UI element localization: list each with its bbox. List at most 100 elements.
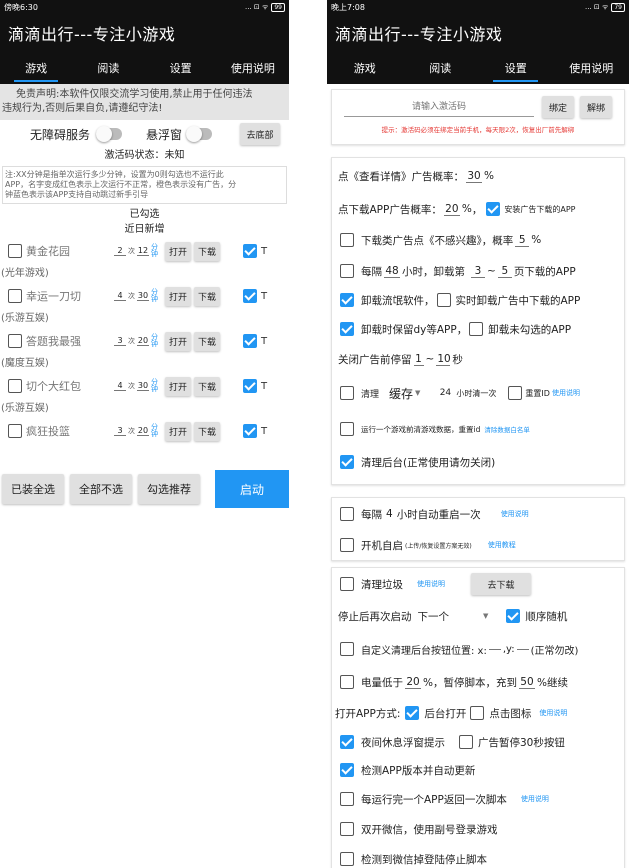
- t-checkbox[interactable]: [243, 244, 257, 258]
- usage-tutorial-link[interactable]: 使用教程: [488, 540, 516, 550]
- tab-reading[interactable]: 阅读: [403, 52, 479, 84]
- download-ad-dislike-input[interactable]: 5: [515, 234, 530, 247]
- open-app-button[interactable]: 打开: [165, 241, 191, 261]
- times-unit: 次: [128, 247, 135, 255]
- run-minutes-input[interactable]: 20: [137, 426, 149, 436]
- autostart-checkbox[interactable]: [340, 538, 354, 552]
- every-hours-input[interactable]: 48: [384, 265, 400, 278]
- app-checkbox[interactable]: [8, 334, 22, 348]
- next-select[interactable]: 下一个: [418, 609, 450, 624]
- keep-dy-checkbox[interactable]: [340, 322, 354, 336]
- ad-pause-checkbox[interactable]: [459, 735, 473, 749]
- uninstall-rogue-checkbox[interactable]: [340, 293, 354, 307]
- run-times-input[interactable]: 4: [114, 381, 126, 391]
- install-ad-app-checkbox[interactable]: [486, 202, 501, 216]
- check-version-checkbox[interactable]: [340, 763, 354, 777]
- download-ad-dislike-checkbox[interactable]: [340, 233, 354, 247]
- clean-background-checkbox[interactable]: [340, 455, 354, 469]
- close-ad-from-input[interactable]: 1: [413, 353, 424, 366]
- clean-interval-input[interactable]: 24: [436, 388, 454, 398]
- app-checkbox[interactable]: [8, 379, 22, 393]
- clear-whitelist-link[interactable]: 清除数据白名单: [484, 424, 530, 434]
- every-label: 每隔: [361, 265, 382, 278]
- t-checkbox[interactable]: [243, 379, 257, 393]
- start-button[interactable]: 启动: [215, 470, 289, 508]
- app-checkbox[interactable]: [8, 424, 22, 438]
- run-times-input[interactable]: 3: [114, 336, 126, 346]
- custom-clean-y-input[interactable]: [516, 648, 529, 650]
- run-times-input[interactable]: 2: [114, 246, 126, 256]
- wechat-logout-checkbox[interactable]: [340, 852, 354, 866]
- accessibility-toggle[interactable]: [96, 126, 123, 142]
- run-minutes-input[interactable]: 12: [137, 246, 149, 256]
- uninstall-unchecked-checkbox[interactable]: [469, 322, 484, 336]
- unbind-button[interactable]: 解绑: [580, 96, 612, 118]
- open-app-button[interactable]: 打开: [165, 331, 191, 351]
- tab-instructions[interactable]: 使用说明: [217, 52, 289, 84]
- t-checkbox[interactable]: [243, 334, 257, 348]
- custom-clean-position-checkbox[interactable]: [340, 642, 354, 656]
- tab-games[interactable]: 游戏: [327, 52, 403, 84]
- cache-select[interactable]: 缓存: [389, 385, 413, 402]
- select-installed-button[interactable]: 已装全选: [2, 474, 64, 504]
- run-one-usage-link[interactable]: 使用说明: [521, 794, 549, 804]
- background-open-checkbox[interactable]: [405, 706, 420, 720]
- run-minutes-input[interactable]: 30: [137, 381, 149, 391]
- clean-checkbox[interactable]: [340, 386, 354, 400]
- usage-link[interactable]: 使用说明: [552, 388, 580, 398]
- activation-code-input[interactable]: [344, 97, 534, 117]
- tab-reading[interactable]: 阅读: [72, 52, 144, 84]
- battery-low-checkbox[interactable]: [340, 675, 354, 689]
- battery-low-input[interactable]: 20: [405, 676, 421, 689]
- night-rest-checkbox[interactable]: [340, 735, 354, 749]
- t-checkbox[interactable]: [243, 424, 257, 438]
- bind-button[interactable]: 绑定: [542, 96, 574, 118]
- download-app-button[interactable]: 下载: [194, 421, 220, 441]
- open-app-button[interactable]: 打开: [165, 376, 191, 396]
- dual-wechat-checkbox[interactable]: [340, 822, 354, 836]
- download-app-button[interactable]: 下载: [194, 241, 220, 261]
- page-from-input[interactable]: 3: [471, 265, 485, 278]
- restart-usage-link[interactable]: 使用说明: [501, 509, 529, 519]
- download-app-button[interactable]: 下载: [194, 286, 220, 306]
- tab-settings[interactable]: 设置: [478, 52, 554, 84]
- select-recommended-button[interactable]: 勾选推荐: [138, 474, 200, 504]
- run-minutes-input[interactable]: 20: [137, 336, 149, 346]
- t-checkbox[interactable]: [243, 289, 257, 303]
- float-window-toggle[interactable]: [186, 126, 213, 142]
- open-app-button[interactable]: 打开: [165, 421, 191, 441]
- restart-hours-input[interactable]: 4: [386, 508, 393, 520]
- download-app-button[interactable]: 下载: [194, 376, 220, 396]
- download-ad-prob-input[interactable]: 20: [443, 203, 460, 216]
- auto-restart-checkbox[interactable]: [340, 507, 354, 521]
- run-times-input[interactable]: 4: [114, 291, 126, 301]
- open-mode-usage-link[interactable]: 使用说明: [539, 708, 567, 718]
- page-to-input[interactable]: 5: [497, 265, 512, 278]
- custom-clean-suffix: (正常勿改): [530, 645, 579, 657]
- go-download-button[interactable]: 去下载: [471, 573, 531, 595]
- custom-clean-x-input[interactable]: [488, 648, 501, 650]
- close-ad-to-input[interactable]: 10: [436, 353, 451, 366]
- tab-settings[interactable]: 设置: [145, 52, 217, 84]
- battery-charge-input[interactable]: 50: [518, 676, 535, 689]
- clear-data-checkbox[interactable]: [340, 422, 354, 436]
- click-icon-checkbox[interactable]: [470, 706, 485, 720]
- run-minutes-input[interactable]: 30: [137, 291, 149, 301]
- reset-id-checkbox[interactable]: [508, 386, 523, 400]
- tab-instructions[interactable]: 使用说明: [554, 52, 629, 84]
- order-random-checkbox[interactable]: [506, 609, 521, 623]
- periodic-uninstall-checkbox[interactable]: [340, 264, 354, 278]
- open-app-button[interactable]: 打开: [165, 286, 191, 306]
- detail-ad-prob-input[interactable]: 30: [466, 170, 482, 183]
- junk-usage-link[interactable]: 使用说明: [417, 579, 445, 589]
- run-times-input[interactable]: 3: [114, 426, 126, 436]
- deselect-all-button[interactable]: 全部不选: [70, 474, 132, 504]
- app-checkbox[interactable]: [8, 244, 22, 258]
- app-checkbox[interactable]: [8, 289, 22, 303]
- to-bottom-button[interactable]: 去底部: [240, 123, 281, 145]
- run-one-return-checkbox[interactable]: [340, 792, 354, 806]
- download-app-button[interactable]: 下载: [194, 331, 220, 351]
- tab-games[interactable]: 游戏: [0, 52, 72, 84]
- junk-clean-checkbox[interactable]: [340, 577, 354, 591]
- realtime-uninstall-checkbox[interactable]: [436, 293, 451, 307]
